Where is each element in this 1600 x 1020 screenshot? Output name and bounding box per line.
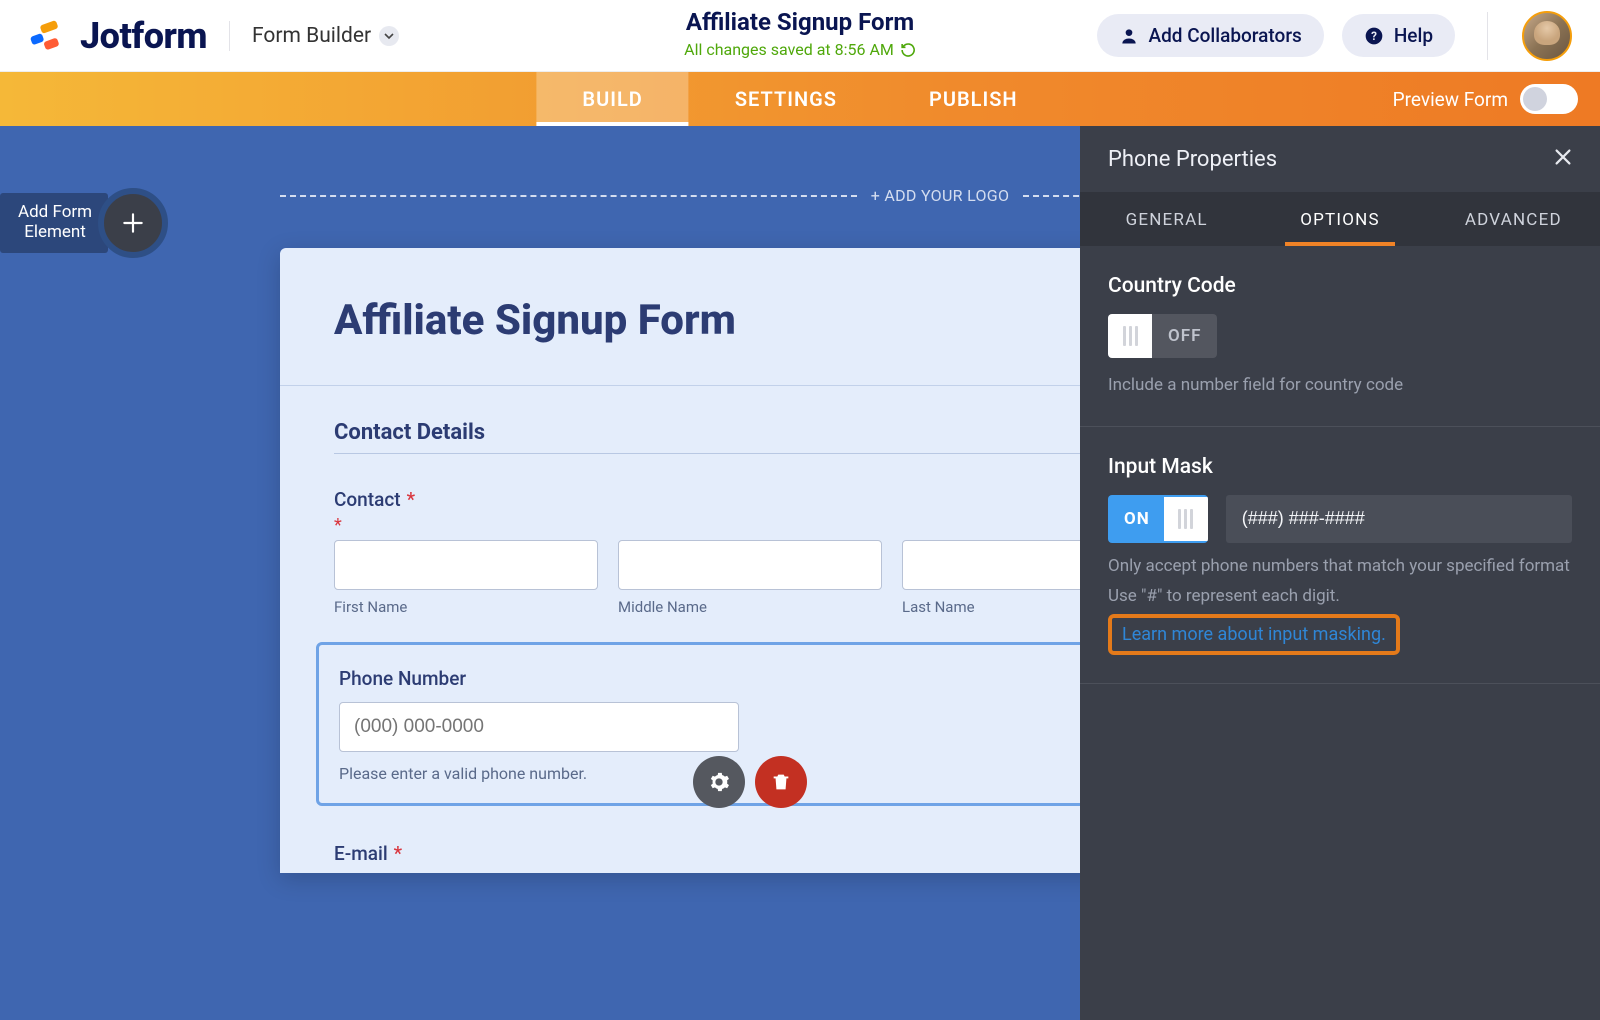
close-icon xyxy=(1552,146,1574,168)
contact-name-field[interactable]: Contact* * First Name Middle Name Last N… xyxy=(280,462,1220,620)
jotform-logo-icon xyxy=(28,17,66,55)
plus-icon xyxy=(120,210,146,236)
help-icon: ? xyxy=(1364,26,1384,46)
chevron-down-icon xyxy=(379,26,399,46)
add-collaborators-button[interactable]: Add Collaborators xyxy=(1097,14,1324,57)
tab-build[interactable]: BUILD xyxy=(536,72,688,126)
form-card: Affiliate Signup Form Contact Details Co… xyxy=(280,248,1220,873)
save-status: All changes saved at 8:56 AM xyxy=(684,40,916,59)
form-title-block: Affiliate Signup Form All changes saved … xyxy=(684,8,916,59)
country-code-toggle[interactable]: OFF xyxy=(1108,314,1217,358)
form-builder-menu[interactable]: Form Builder xyxy=(252,24,399,48)
tab-settings[interactable]: SETTINGS xyxy=(689,72,883,126)
phone-input[interactable] xyxy=(339,702,739,752)
email-field-label[interactable]: E-mail* xyxy=(334,842,1166,865)
input-mask-desc2: Use "#" to represent each digit. xyxy=(1108,585,1572,609)
gear-icon xyxy=(708,771,730,793)
panel-close-button[interactable] xyxy=(1552,146,1574,172)
preview-label: Preview Form xyxy=(1393,88,1508,111)
user-avatar[interactable] xyxy=(1522,11,1572,61)
help-button[interactable]: ? Help xyxy=(1342,14,1455,57)
input-mask-desc1: Only accept phone numbers that match you… xyxy=(1108,555,1572,579)
refresh-icon xyxy=(900,42,916,58)
panel-tab-general[interactable]: GENERAL xyxy=(1080,192,1253,246)
input-mask-learn-more-link[interactable]: Learn more about input masking. xyxy=(1122,624,1386,645)
first-name-input[interactable] xyxy=(334,540,598,590)
panel-tab-options[interactable]: OPTIONS xyxy=(1253,192,1426,246)
svg-text:?: ? xyxy=(1371,29,1377,43)
field-settings-button[interactable] xyxy=(693,756,745,808)
tab-publish[interactable]: PUBLISH xyxy=(883,72,1064,126)
input-mask-field[interactable] xyxy=(1226,495,1572,543)
middle-name-input[interactable] xyxy=(618,540,882,590)
form-heading[interactable]: Affiliate Signup Form xyxy=(334,296,1166,345)
input-mask-title: Input Mask xyxy=(1108,455,1572,479)
panel-tab-advanced[interactable]: ADVANCED xyxy=(1427,192,1600,246)
properties-panel: Phone Properties GENERAL OPTIONS ADVANCE… xyxy=(1080,126,1600,1020)
mode-bar: BUILD SETTINGS PUBLISH Preview Form xyxy=(0,72,1600,126)
field-delete-button[interactable] xyxy=(755,756,807,808)
add-element-button[interactable] xyxy=(98,188,168,258)
trash-icon xyxy=(770,771,792,793)
input-mask-toggle[interactable]: ON xyxy=(1108,495,1208,543)
user-icon xyxy=(1119,26,1139,46)
preview-toggle[interactable] xyxy=(1520,84,1578,114)
app-header: Jotform Form Builder Affiliate Signup Fo… xyxy=(0,0,1600,72)
brand-logo[interactable]: Jotform xyxy=(28,15,207,57)
section-contact-details[interactable]: Contact Details xyxy=(334,420,1166,454)
form-title[interactable]: Affiliate Signup Form xyxy=(684,8,916,36)
add-element-label: Add Form Element xyxy=(0,193,108,252)
input-mask-learn-more-highlight: Learn more about input masking. xyxy=(1108,614,1400,655)
form-stage: Add Form Element + ADD YOUR LOGO Affilia… xyxy=(0,126,1600,1020)
country-code-title: Country Code xyxy=(1108,274,1572,298)
brand-name: Jotform xyxy=(80,15,207,57)
panel-title: Phone Properties xyxy=(1108,147,1277,172)
country-code-desc: Include a number field for country code xyxy=(1108,374,1572,398)
